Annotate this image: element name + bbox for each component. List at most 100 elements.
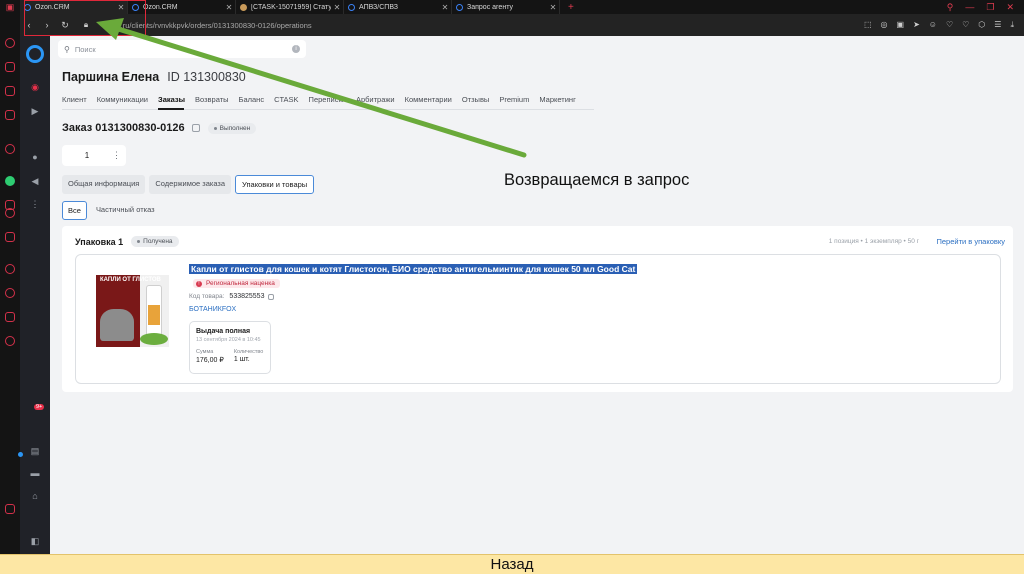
close-icon[interactable]: ✕ bbox=[331, 3, 343, 12]
tinder-icon[interactable] bbox=[5, 144, 15, 154]
calendar-icon[interactable] bbox=[5, 110, 15, 120]
tab-balance[interactable]: Баланс bbox=[239, 95, 265, 104]
tab-arbitration[interactable]: Арбитражи bbox=[356, 95, 395, 104]
active-tab-indicator bbox=[158, 108, 184, 110]
package-filters: Все Частичный отказ bbox=[62, 201, 160, 220]
filter-partial-refusal[interactable]: Частичный отказ bbox=[91, 201, 160, 220]
package-title: Упаковка 1 bbox=[75, 236, 124, 247]
tab-actions-icon[interactable]: ▣ bbox=[0, 0, 20, 14]
product-name-link[interactable]: Капли от глистов для кошек и котят Глист… bbox=[189, 264, 638, 274]
tab-communications[interactable]: Коммуникации bbox=[97, 95, 148, 104]
cube-icon[interactable]: ⬡ bbox=[978, 20, 985, 30]
send-icon[interactable]: ➤ bbox=[913, 20, 920, 30]
copy-icon[interactable] bbox=[191, 124, 200, 132]
filter-all[interactable]: Все bbox=[62, 201, 87, 220]
tab-returns[interactable]: Возвраты bbox=[195, 95, 229, 104]
twitch-icon[interactable] bbox=[5, 86, 15, 96]
home-icon[interactable]: ⌂ bbox=[30, 491, 40, 501]
order-quantity-selector[interactable]: 1 ⋮ bbox=[62, 145, 126, 166]
megaphone-icon[interactable]: ◀ bbox=[30, 176, 40, 186]
translate-icon[interactable]: ⬚ bbox=[864, 20, 872, 30]
minimize-icon[interactable]: — bbox=[965, 2, 974, 12]
status-dot-icon bbox=[213, 126, 217, 130]
new-tab-button[interactable]: + bbox=[560, 0, 582, 14]
jira-icon bbox=[240, 3, 247, 11]
crm-sidebar: ◉ ▶ ● ◀ ⋮ ▤ ▬ ⌂ ◧ bbox=[20, 36, 50, 554]
issue-qty: Количество 1 шт. bbox=[234, 349, 264, 364]
browser-sidebar bbox=[0, 14, 20, 554]
browser-tab-5[interactable]: Запрос агенту ✕ bbox=[452, 0, 560, 14]
screenshot-icon[interactable]: ▣ bbox=[897, 20, 905, 30]
whatsapp-icon[interactable] bbox=[5, 176, 15, 186]
close-icon[interactable]: ✕ bbox=[223, 3, 235, 12]
go-to-package-link[interactable]: Перейти в упаковку bbox=[937, 237, 1006, 246]
camera-icon[interactable]: ◎ bbox=[881, 20, 888, 30]
chat-icon[interactable]: ▬ bbox=[30, 468, 40, 478]
record-icon[interactable]: ◉ bbox=[30, 82, 40, 92]
issue-sum: Сумма 176,00 ₽ bbox=[196, 349, 224, 364]
copy-icon[interactable] bbox=[268, 293, 275, 300]
close-window-icon[interactable]: ✕ bbox=[1006, 2, 1014, 13]
cube-icon[interactable] bbox=[5, 312, 15, 322]
product-image-text: КАПЛИ ОТ ГЛИСТОВ bbox=[100, 277, 161, 283]
tab-premium[interactable]: Premium bbox=[499, 95, 529, 104]
logout-icon[interactable]: ◧ bbox=[30, 536, 40, 546]
panel-icon[interactable] bbox=[5, 504, 15, 514]
download-icon[interactable]: ⤓ bbox=[1010, 20, 1014, 30]
ozon-icon bbox=[348, 3, 355, 11]
package-card: Упаковка 1 Получена 1 позиция • 1 экземп… bbox=[62, 226, 1013, 392]
info-icon[interactable]: i bbox=[292, 45, 300, 53]
regional-markup-label: Региональная наценка bbox=[206, 280, 275, 287]
tab-general-info[interactable]: Общая информация bbox=[62, 175, 146, 194]
heart-icon[interactable]: ♡ bbox=[946, 20, 953, 30]
music-icon[interactable] bbox=[5, 208, 15, 218]
browser-tab-4[interactable]: АПВЗ/СПВЗ ✕ bbox=[344, 0, 452, 14]
close-icon[interactable]: ✕ bbox=[547, 3, 559, 12]
search-icon[interactable]: ⚲ bbox=[947, 2, 954, 13]
tab-ctask[interactable]: CTASK bbox=[274, 95, 298, 104]
qty-value: 1 шт. bbox=[233, 356, 250, 363]
tab-chats[interactable]: Переписки bbox=[309, 95, 346, 104]
product-image[interactable]: КАПЛИ ОТ ГЛИСТОВ bbox=[96, 275, 169, 347]
tab-order-content[interactable]: Содержимое заказа bbox=[149, 175, 232, 194]
search-input[interactable]: ⚲ Поиск i bbox=[58, 40, 306, 58]
close-icon[interactable]: ✕ bbox=[439, 3, 451, 12]
tabs-divider bbox=[62, 109, 594, 110]
more-vertical-icon[interactable]: ⋮ bbox=[112, 150, 121, 161]
bag-icon[interactable] bbox=[5, 62, 15, 72]
heart-icon[interactable] bbox=[5, 264, 15, 274]
order-header: Заказ 0131300830-0126 Выполнен bbox=[62, 122, 257, 134]
settings-icon[interactable] bbox=[5, 336, 15, 346]
order-status: Выполнен bbox=[219, 124, 251, 132]
play-icon[interactable]: ▶ bbox=[30, 106, 40, 116]
tab-reviews[interactable]: Отзывы bbox=[462, 95, 489, 104]
bag-icon[interactable]: ▤ bbox=[30, 446, 40, 456]
tab-client[interactable]: Клиент bbox=[62, 95, 87, 104]
package-meta: 1 позиция • 1 экземпляр • 50 г bbox=[828, 238, 919, 245]
more-vertical-icon[interactable]: ⋮ bbox=[30, 199, 40, 209]
tab-orders[interactable]: Заказы bbox=[158, 95, 185, 104]
emoji-icon[interactable]: ☺ bbox=[929, 20, 937, 30]
tab-comments[interactable]: Комментарии bbox=[405, 95, 452, 104]
tab-title: Ozon.CRM bbox=[143, 3, 178, 11]
item-card: КАПЛИ ОТ ГЛИСТОВ Капли от глистов для ко… bbox=[75, 254, 1001, 384]
issue-title: Выдача полная bbox=[196, 328, 251, 335]
tab-packages-items[interactable]: Упаковки и товары bbox=[235, 175, 315, 194]
speed-dial-icon[interactable] bbox=[5, 38, 15, 48]
user-icon[interactable]: ● bbox=[30, 152, 40, 162]
menu-icon[interactable]: ☰ bbox=[994, 20, 1001, 30]
bookmarks-icon[interactable]: ♡ bbox=[962, 20, 969, 30]
sku-label: Код товара: bbox=[189, 293, 225, 300]
order-quantity: 1 bbox=[84, 151, 90, 160]
seller-link[interactable]: БОТАНИКFOX bbox=[189, 306, 236, 313]
cat-picture bbox=[100, 309, 134, 341]
clock-icon[interactable] bbox=[5, 288, 15, 298]
search-icon: ⚲ bbox=[64, 44, 70, 54]
ozon-logo-icon[interactable] bbox=[26, 45, 44, 63]
maximize-icon[interactable]: ❐ bbox=[986, 2, 994, 13]
tab-marketing[interactable]: Маркетинг bbox=[539, 95, 575, 104]
browser-tab-3[interactable]: [CTASK-15071959] Статус о ✕ bbox=[236, 0, 344, 14]
back-caption[interactable]: Назад bbox=[0, 554, 1024, 574]
ozon-icon bbox=[456, 3, 463, 11]
send-icon[interactable] bbox=[5, 232, 15, 242]
